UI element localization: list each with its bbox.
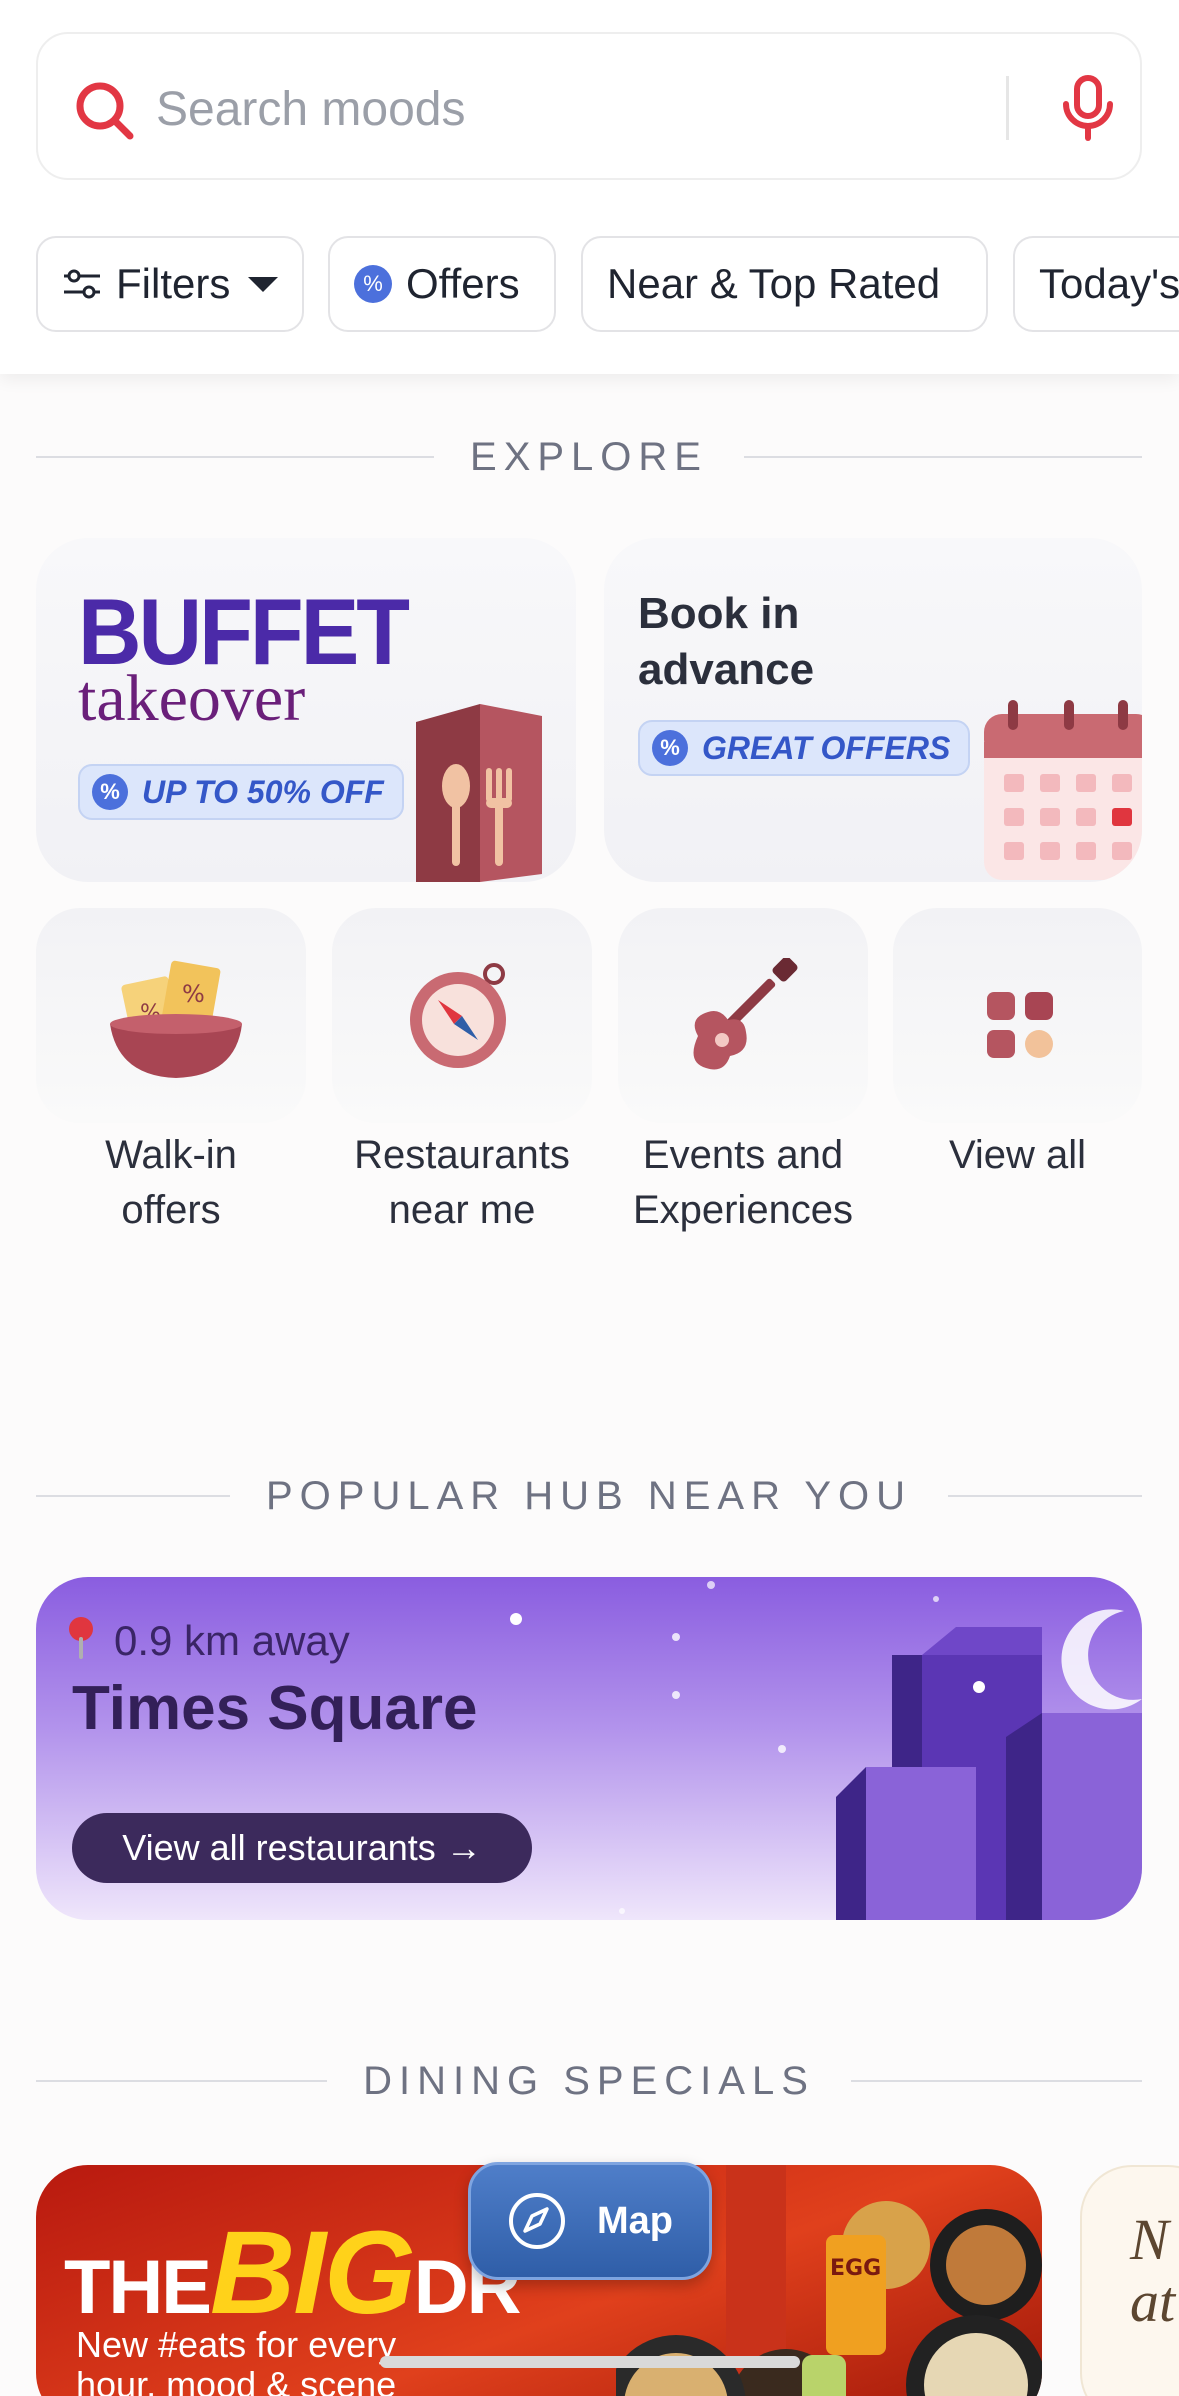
buffet-offer-pill: % UP TO 50% OFF xyxy=(78,764,404,820)
caret-down-icon xyxy=(248,277,279,292)
buffet-takeover-card[interactable]: BUFFET takeover % UP TO 50% OFF xyxy=(36,538,576,882)
popular-hub-heading: POPULAR HUB NEAR YOU xyxy=(36,1471,1142,1521)
menu-cutlery-icon xyxy=(416,704,542,882)
events-experiences-label: Events and Experiences xyxy=(632,1133,854,1232)
promo-title: THEBIGDR xyxy=(64,2207,522,2339)
svg-text:%: % xyxy=(182,980,205,1008)
buffet-offer-text: UP TO 50% OFF xyxy=(142,773,384,810)
filters-chip[interactable]: Filters xyxy=(36,236,304,332)
near-top-rated-chip[interactable]: Near & Top Rated xyxy=(581,236,988,332)
microphone-icon[interactable] xyxy=(1056,74,1120,142)
search-input[interactable]: Search moods xyxy=(156,82,466,137)
search-bar[interactable]: Search moods xyxy=(36,32,1142,180)
popular-hub-title: POPULAR HUB NEAR YOU xyxy=(265,1473,913,1518)
sliders-icon xyxy=(64,269,100,299)
dining-specials-title: DINING SPECIALS xyxy=(363,2058,815,2103)
book-in-advance-card[interactable]: Book in advance % GREAT OFFERS xyxy=(604,538,1142,882)
compass-icon xyxy=(509,2193,565,2249)
view-all-restaurants-button[interactable]: View all restaurants → xyxy=(72,1813,532,1883)
guitar-icon xyxy=(693,958,798,1070)
near-top-rated-label: Near & Top Rated xyxy=(607,260,941,307)
map-button-label: Map xyxy=(597,2199,673,2242)
popular-hub-card[interactable]: 0.9 km away Times Square View all restau… xyxy=(36,1577,1142,1920)
walk-in-offers-tile[interactable]: % % xyxy=(36,908,306,1123)
events-experiences-tile[interactable] xyxy=(618,908,868,1123)
book-offer-text: GREAT OFFERS xyxy=(702,729,951,766)
todays-label: Today's xyxy=(1039,260,1179,307)
map-button[interactable]: Map xyxy=(468,2162,712,2280)
view-all-tile[interactable] xyxy=(893,908,1142,1123)
second-promo-text: N g at xyxy=(1130,2207,1179,2334)
explore-heading: EXPLORE xyxy=(36,432,1142,482)
book-title: Book in advance xyxy=(638,589,815,694)
home-indicator[interactable] xyxy=(380,2356,800,2368)
compass-icon xyxy=(410,963,506,1068)
calendar-icon xyxy=(984,700,1142,880)
restaurants-near-me-label: Restaurants near me xyxy=(354,1133,570,1232)
walk-in-offers-icon: % % xyxy=(110,960,242,1078)
walk-in-offers-label: Walk-in offers xyxy=(105,1133,237,1232)
filters-label: Filters xyxy=(116,260,231,307)
search-icon xyxy=(76,82,134,140)
offer-badge-icon: % xyxy=(354,265,392,303)
location-pin-icon xyxy=(69,1617,93,1659)
city-skyline-illustration xyxy=(836,1609,1142,1920)
offers-chip[interactable]: % Offers xyxy=(328,236,556,332)
promo-subtitle: New #eats for every hour, mood & scene xyxy=(76,2324,397,2396)
buffet-subtitle: takeover xyxy=(78,662,306,735)
hub-place-name: Times Square xyxy=(72,1674,478,1743)
header: Search moods Filters % Offers Near & Top… xyxy=(0,0,1179,374)
second-promo-card[interactable]: N g at xyxy=(1080,2165,1179,2396)
dining-specials-heading: DINING SPECIALS xyxy=(36,2056,1143,2106)
offer-badge-icon: % xyxy=(652,730,688,766)
offers-label: Offers xyxy=(406,260,520,307)
book-offer-pill: % GREAT OFFERS xyxy=(638,720,971,776)
todays-chip[interactable]: Today's xyxy=(1013,236,1179,332)
svg-text:EGG: EGG xyxy=(830,2256,881,2281)
search-divider xyxy=(1006,76,1009,140)
hub-distance: 0.9 km away xyxy=(114,1617,350,1664)
offer-badge-icon: % xyxy=(92,774,128,810)
view-all-label: View all xyxy=(948,1133,1087,1177)
explore-title: EXPLORE xyxy=(470,434,708,479)
grid-icon xyxy=(987,992,1053,1058)
restaurants-near-me-tile[interactable] xyxy=(332,908,592,1123)
